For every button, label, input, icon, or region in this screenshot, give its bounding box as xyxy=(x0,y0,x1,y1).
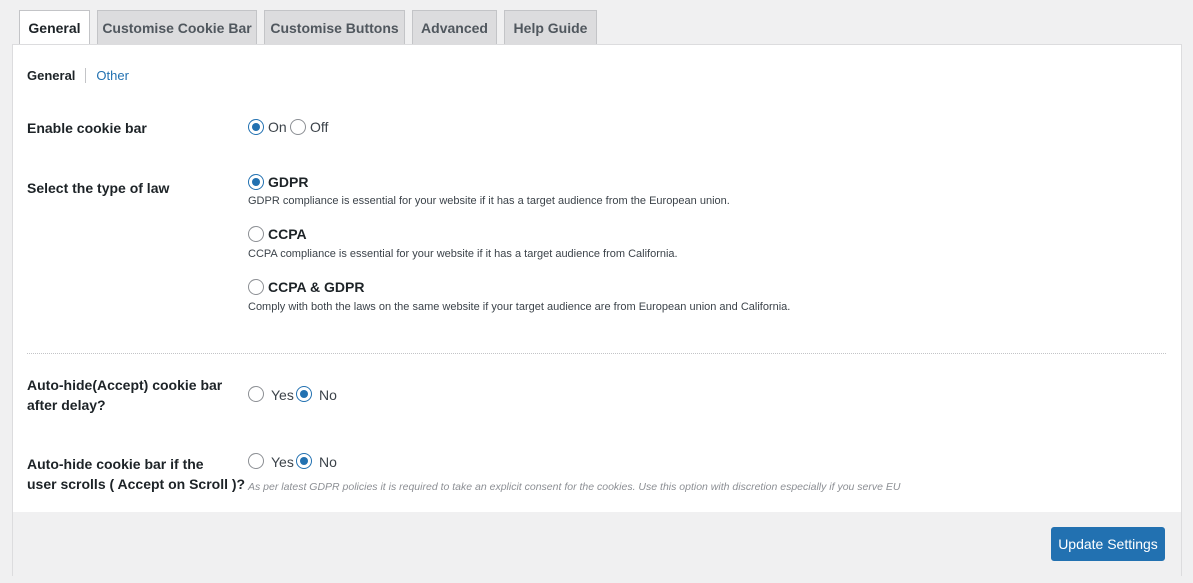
auto-hide-scroll-yes-radio[interactable] xyxy=(248,453,264,469)
section-divider xyxy=(27,353,1166,354)
law-gdpr-description: GDPR compliance is essential for your we… xyxy=(248,195,730,207)
subtab-general[interactable]: General xyxy=(27,67,87,83)
law-ccpa-label: CCPA xyxy=(268,226,307,242)
tab-advanced[interactable]: Advanced xyxy=(412,10,497,44)
auto-hide-delay-label: Auto-hide(Accept) cookie bar after delay… xyxy=(27,375,222,415)
auto-hide-scroll-label-line2: user scrolls ( Accept on Scroll )? xyxy=(27,476,246,492)
enable-cookie-bar-label: Enable cookie bar xyxy=(27,120,147,136)
enable-cookie-bar-off-radio[interactable] xyxy=(290,119,306,135)
tab-customise-buttons[interactable]: Customise Buttons xyxy=(264,10,405,44)
enable-cookie-bar-off-label: Off xyxy=(310,119,329,135)
auto-hide-delay-no-radio[interactable] xyxy=(296,386,312,402)
enable-cookie-bar-on-label: On xyxy=(268,119,287,135)
law-ccpa-gdpr-label: CCPA & GDPR xyxy=(268,279,365,295)
law-ccpa-description: CCPA compliance is essential for your we… xyxy=(248,248,678,260)
law-ccpa-gdpr-radio[interactable] xyxy=(248,279,264,295)
law-gdpr-radio[interactable] xyxy=(248,174,264,190)
law-gdpr-label: GDPR xyxy=(268,174,309,190)
tab-customise-cookie-bar[interactable]: Customise Cookie Bar xyxy=(97,10,257,44)
auto-hide-scroll-no-label: No xyxy=(319,454,337,470)
auto-hide-scroll-label-line1: Auto-hide cookie bar if the xyxy=(27,456,204,472)
auto-hide-delay-yes-label: Yes xyxy=(271,387,294,403)
subtab-other[interactable]: Other xyxy=(86,68,129,83)
tab-general[interactable]: General xyxy=(19,10,90,45)
auto-hide-scroll-label: Auto-hide cookie bar if the user scrolls… xyxy=(27,454,245,494)
law-type-label: Select the type of law xyxy=(27,180,170,196)
tab-help-guide[interactable]: Help Guide xyxy=(504,10,597,44)
auto-hide-delay-no-label: No xyxy=(319,387,337,403)
auto-hide-scroll-yes-label: Yes xyxy=(271,454,294,470)
enable-cookie-bar-on-radio[interactable] xyxy=(248,119,264,135)
subtabs: General Other xyxy=(27,65,129,85)
auto-hide-delay-yes-radio[interactable] xyxy=(248,386,264,402)
auto-hide-scroll-note: As per latest GDPR policies it is requir… xyxy=(248,481,901,493)
settings-footer: Update Settings xyxy=(13,512,1181,576)
update-settings-button[interactable]: Update Settings xyxy=(1051,527,1165,561)
auto-hide-delay-label-line1: Auto-hide(Accept) cookie bar xyxy=(27,377,223,393)
auto-hide-delay-label-line2: after delay? xyxy=(27,397,106,413)
settings-panel: General Other Enable cookie bar On Off S… xyxy=(12,44,1182,576)
law-ccpa-radio[interactable] xyxy=(248,226,264,242)
law-ccpa-gdpr-description: Comply with both the laws on the same we… xyxy=(248,301,791,313)
auto-hide-scroll-no-radio[interactable] xyxy=(296,453,312,469)
